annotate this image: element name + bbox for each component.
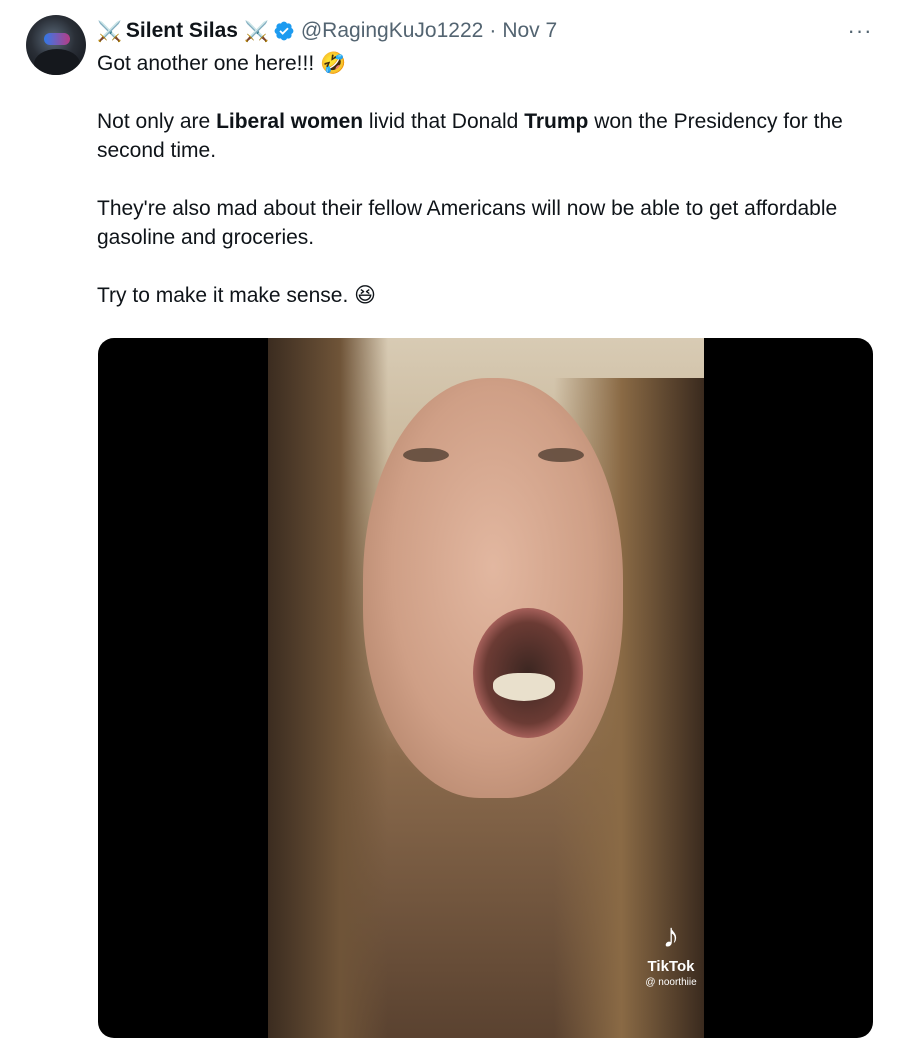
tweet-paragraph-3: They're also mad about their fellow Amer…: [97, 197, 838, 249]
tweet-card[interactable]: ⚔️ Silent Silas ⚔️ @RagingKuJo1222 · Nov…: [0, 0, 921, 1038]
tiktok-logo-icon: ♪: [662, 917, 680, 955]
tweet-text: Got another one here!!! 🤣 Not only are L…: [97, 49, 867, 310]
tweet-date[interactable]: Nov 7: [502, 19, 557, 43]
avatar[interactable]: [26, 15, 86, 75]
tweet-line-1: Got another one here!!! 🤣: [97, 52, 347, 75]
bold-liberal-women: Liberal women: [216, 110, 364, 133]
tweet-header: ⚔️ Silent Silas ⚔️ @RagingKuJo1222 · Nov…: [97, 16, 557, 46]
author-handle[interactable]: @RagingKuJo1222: [301, 19, 483, 43]
video-face: [363, 378, 623, 798]
more-options-icon[interactable]: ···: [844, 16, 876, 46]
tweet-paragraph-4: Try to make it make sense. 😆: [97, 284, 377, 307]
avatar-visor: [44, 33, 70, 45]
tiktok-username: @ noorthiie: [645, 977, 697, 988]
verified-badge-icon[interactable]: [273, 20, 295, 42]
separator-dot: ·: [489, 19, 497, 42]
tweet-paragraph-2: Not only are Liberal women livid that Do…: [97, 110, 843, 162]
tiktok-watermark: ♪ TikTok @ noorthiie: [626, 918, 716, 988]
bold-trump: Trump: [524, 110, 589, 133]
crossed-swords-icon: ⚔️: [243, 20, 269, 43]
avatar-hood: [34, 49, 80, 75]
tiktok-brand: TikTok: [647, 958, 695, 975]
video-player[interactable]: ♪ TikTok @ noorthiie: [98, 338, 873, 1038]
crossed-swords-icon: ⚔️: [97, 20, 122, 43]
display-name[interactable]: Silent Silas: [126, 19, 238, 43]
